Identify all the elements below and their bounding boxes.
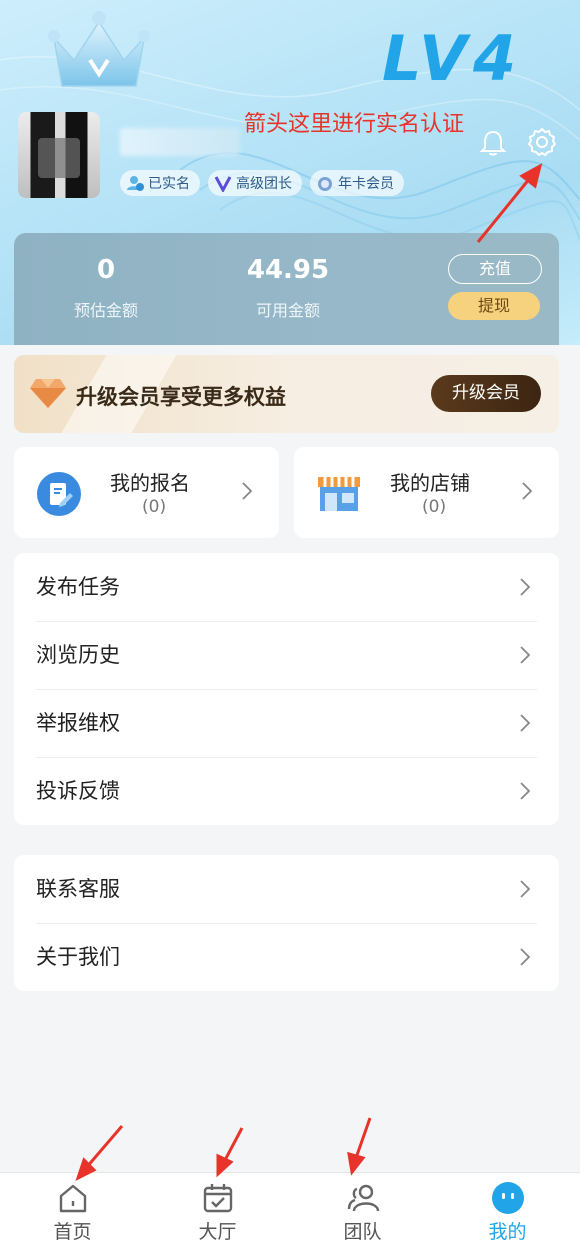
available-value: 44.95 <box>246 255 330 285</box>
shop-icon <box>318 477 360 511</box>
verified-user-icon <box>127 176 144 191</box>
chevron-right-icon <box>520 646 531 664</box>
annual-member-badge: 年卡会员 <box>310 170 404 196</box>
menu-item-complaint-feedback[interactable]: 投诉反馈 <box>14 757 559 825</box>
menu-item-report-rights[interactable]: 举报维权 <box>14 689 559 757</box>
bottom-tab-bar: 首页 大厅 团队 我的 <box>0 1172 580 1244</box>
menu-item-label: 发布任务 <box>36 575 120 599</box>
medal-icon <box>318 177 332 191</box>
verified-badge: 已实名 <box>120 170 200 196</box>
settings-gear-icon[interactable] <box>526 126 558 158</box>
menu-list-primary: 发布任务 浏览历史 举报维权 投诉反馈 <box>14 553 559 825</box>
tab-label: 首页 <box>53 1221 92 1243</box>
chevron-right-icon <box>520 578 531 596</box>
crown-icon <box>48 11 150 87</box>
upgrade-member-button[interactable]: 升级会员 <box>431 375 541 412</box>
menu-item-label: 浏览历史 <box>36 643 120 667</box>
tab-label: 我的 <box>488 1221 527 1243</box>
balance-card: 0 预估金额 44.95 可用金额 充值 提现 <box>14 233 559 345</box>
menu-item-label: 举报维权 <box>36 711 120 735</box>
team-icon <box>347 1184 379 1212</box>
tab-label: 大厅 <box>198 1221 237 1243</box>
badge-label: 高级团长 <box>236 176 292 192</box>
estimated-value: 0 <box>96 255 116 285</box>
annotation-arrow-hall <box>222 1127 244 1163</box>
badge-label: 已实名 <box>148 176 190 192</box>
card-count: (0) <box>422 497 447 517</box>
senior-leader-badge: 高级团长 <box>208 170 302 196</box>
card-title: 我的报名 <box>110 471 190 495</box>
my-shop-card[interactable]: 我的店铺 (0) <box>294 447 559 538</box>
badge-label: 年卡会员 <box>338 176 394 192</box>
level-badge: LV4 <box>382 22 523 95</box>
tab-team[interactable]: 团队 <box>290 1173 435 1244</box>
notification-bell-icon[interactable] <box>478 128 508 158</box>
recharge-button[interactable]: 充值 <box>448 254 542 284</box>
annotation-arrow-team <box>354 1117 372 1159</box>
menu-item-label: 联系客服 <box>36 877 120 901</box>
card-count: (0) <box>142 497 167 517</box>
chevron-right-icon <box>522 482 533 500</box>
vip-promo-text: 升级会员享受更多权益 <box>76 385 286 409</box>
estimated-amount: 0 预估金额 <box>26 255 186 321</box>
withdraw-button[interactable]: 提现 <box>448 292 540 320</box>
menu-item-label: 关于我们 <box>36 945 120 969</box>
tab-label: 团队 <box>343 1221 382 1243</box>
chevron-right-icon <box>520 782 531 800</box>
available-label: 可用金额 <box>255 301 320 320</box>
my-registrations-card[interactable]: 我的报名 (0) <box>14 447 279 538</box>
calendar-check-icon <box>203 1184 232 1213</box>
home-icon <box>59 1184 86 1213</box>
username-blurred <box>120 128 240 156</box>
estimated-label: 预估金额 <box>73 301 138 320</box>
chevron-right-icon <box>520 714 531 732</box>
menu-item-about-us[interactable]: 关于我们 <box>14 923 559 991</box>
vip-upgrade-banner[interactable]: 升级会员享受更多权益 升级会员 <box>14 355 559 433</box>
menu-item-publish-task[interactable]: 发布任务 <box>14 553 559 621</box>
v-icon <box>214 176 232 192</box>
tab-hall[interactable]: 大厅 <box>145 1173 290 1244</box>
annotation-arrow-home <box>84 1125 124 1169</box>
tab-mine[interactable]: 我的 <box>435 1173 580 1244</box>
profile-header: LV4 箭头这里进行实名认证 已实名 高级团长 年卡会员 0 预估金额 44.9… <box>0 0 580 345</box>
registration-icon <box>37 472 81 516</box>
chevron-right-icon <box>520 948 531 966</box>
chevron-right-icon <box>520 880 531 898</box>
diamond-icon <box>30 379 66 408</box>
badge-row: 已实名 高级团长 年卡会员 <box>120 170 404 196</box>
menu-item-browse-history[interactable]: 浏览历史 <box>14 621 559 689</box>
annotation-arrowhead <box>347 1151 366 1176</box>
available-amount: 44.95 可用金额 <box>208 255 368 321</box>
menu-item-label: 投诉反馈 <box>36 779 120 803</box>
card-title: 我的店铺 <box>390 471 470 495</box>
avatar[interactable] <box>18 112 100 198</box>
menu-list-secondary: 联系客服 关于我们 <box>14 855 559 991</box>
annotation-text: 箭头这里进行实名认证 <box>244 112 465 137</box>
chevron-right-icon <box>242 482 253 500</box>
tab-home[interactable]: 首页 <box>0 1173 145 1244</box>
menu-item-contact-support[interactable]: 联系客服 <box>14 855 559 923</box>
profile-face-icon <box>491 1182 524 1214</box>
